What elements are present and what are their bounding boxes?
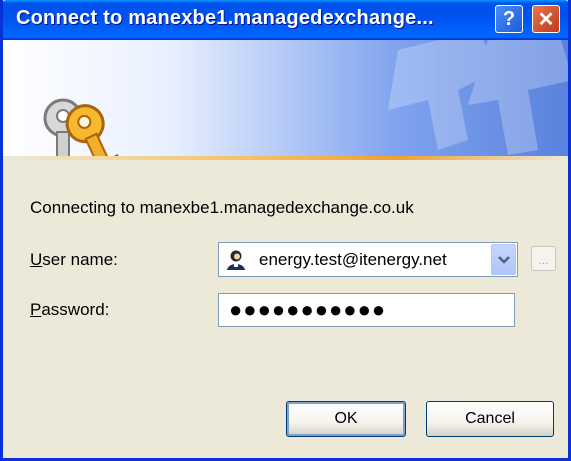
chevron-down-icon: [497, 255, 510, 264]
keys-watermark-icon: [388, 40, 568, 155]
credentials-dialog: Connect to manexbe1.managedexchange... ?…: [0, 0, 571, 461]
help-button[interactable]: ?: [495, 5, 523, 33]
user-icon: [227, 250, 245, 270]
cancel-button[interactable]: Cancel: [426, 401, 554, 437]
username-label-rest: ser name:: [42, 250, 118, 269]
browse-credentials-button[interactable]: ...: [531, 246, 556, 271]
username-combobox[interactable]: energy.test@itenergy.net: [218, 242, 518, 277]
banner-divider: [3, 156, 568, 160]
connecting-message: Connecting to manexbe1.managedexchange.c…: [30, 198, 414, 217]
dialog-banner: [3, 40, 568, 156]
close-button[interactable]: ✕: [532, 5, 560, 33]
username-value: energy.test@itenergy.net: [259, 250, 447, 269]
password-label-rest: assword:: [41, 300, 110, 319]
keys-icon: [43, 98, 121, 156]
password-field[interactable]: ●●●●●●●●●●●: [218, 293, 515, 327]
password-label-accel: P: [30, 300, 42, 319]
window-title: Connect to manexbe1.managedexchange...: [16, 7, 434, 29]
password-mask: ●●●●●●●●●●●: [229, 297, 387, 322]
username-dropdown-button[interactable]: [491, 244, 516, 275]
username-label-accel: U: [30, 250, 43, 269]
title-bar[interactable]: Connect to manexbe1.managedexchange... ?…: [3, 0, 568, 40]
username-label: User name:: [30, 250, 118, 270]
password-label: Password:: [30, 300, 109, 320]
ok-button[interactable]: OK: [286, 401, 406, 437]
